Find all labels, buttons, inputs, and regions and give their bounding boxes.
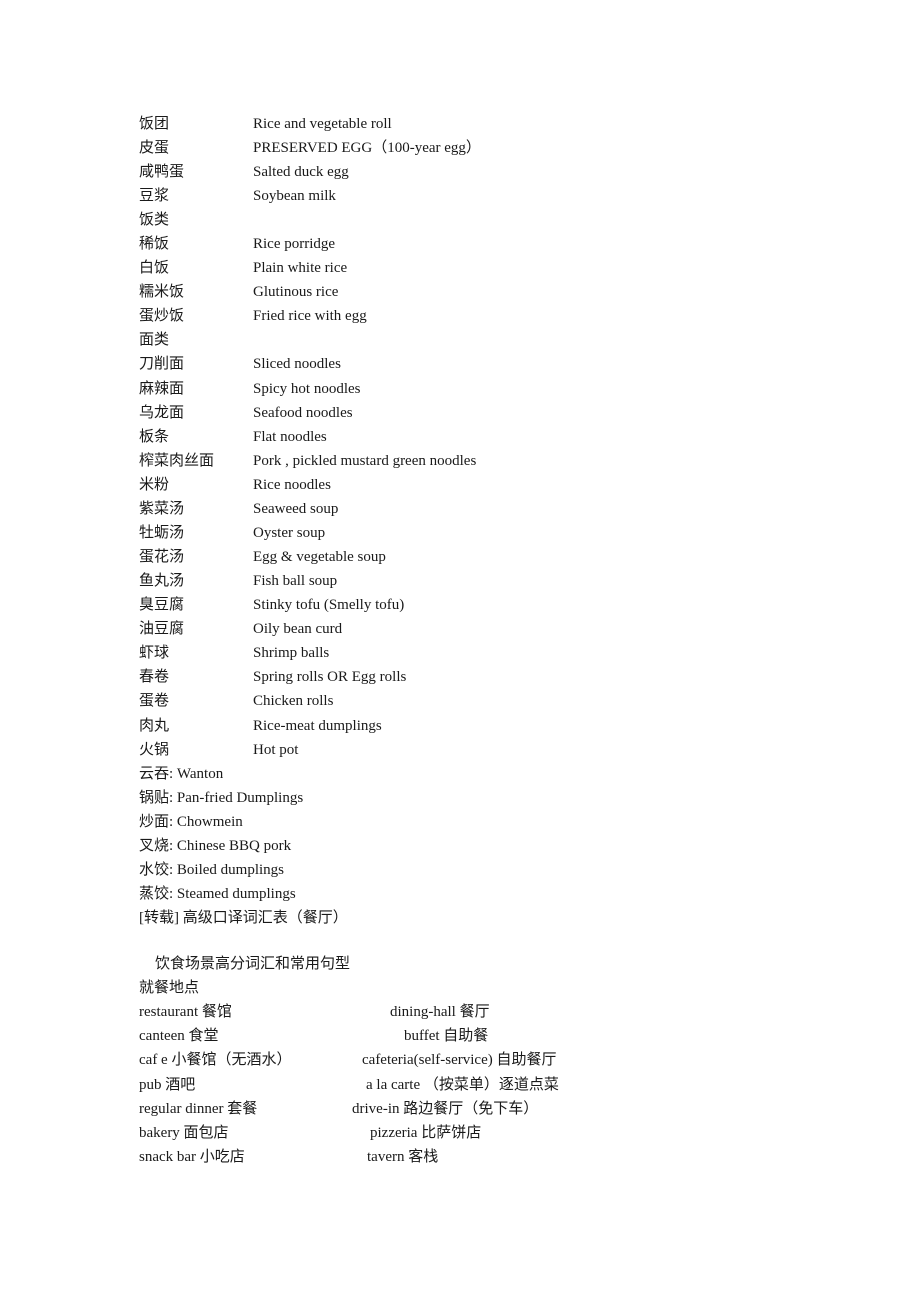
glossary-zh: 蛋炒饭	[139, 308, 185, 324]
subsection-title: 就餐地点	[139, 980, 200, 996]
place-left: pub 酒吧	[139, 1077, 196, 1093]
glossary-en: Spring rolls OR Egg rolls	[253, 669, 407, 685]
glossary-en: Fried rice with egg	[253, 308, 367, 324]
glossary-en: Oily bean curd	[253, 621, 343, 637]
glossary-en: Pork , pickled mustard green noodles	[253, 453, 477, 469]
glossary-en: Stinky tofu (Smelly tofu)	[253, 597, 405, 613]
document-page: 饭团 Rice and vegetable roll 皮蛋 PRESERVED EG…	[0, 0, 920, 1302]
glossary-zh: 牡蛎汤	[139, 525, 185, 541]
glossary-zh: 饭团	[139, 116, 170, 132]
glossary-en: PRESERVED EGG（100-year egg）	[253, 140, 481, 156]
place-left: restaurant 餐馆	[139, 1004, 232, 1020]
place-right: drive-in 路边餐厅（免下车）	[352, 1101, 539, 1117]
glossary-zh: 板条	[139, 429, 170, 445]
glossary-en: Shrimp balls	[253, 645, 330, 661]
glossary-zh: 糯米饭	[139, 284, 185, 300]
glossary-zh: 油豆腐	[139, 621, 185, 637]
glossary-zh: 饭类	[139, 212, 170, 228]
place-left: bakery 面包店	[139, 1125, 229, 1141]
glossary-zh: 麻辣面	[139, 381, 185, 397]
glossary-en: Rice and vegetable roll	[253, 116, 392, 132]
place-right: a la carte （按菜单）逐道点菜	[366, 1077, 559, 1093]
glossary-zh: 豆浆	[139, 188, 170, 204]
glossary-en: Hot pot	[253, 742, 299, 758]
glossary-en: Flat noodles	[253, 429, 327, 445]
glossary-en: Rice noodles	[253, 477, 331, 493]
glossary-en: Glutinous rice	[253, 284, 339, 300]
colon-item: 炒面: Chowmein	[139, 814, 243, 830]
glossary-zh: 皮蛋	[139, 140, 170, 156]
colon-item: 叉烧: Chinese BBQ pork	[139, 838, 292, 854]
colon-item: 云吞: Wanton	[139, 766, 224, 782]
glossary-en: Plain white rice	[253, 260, 348, 276]
place-right: tavern 客栈	[367, 1149, 439, 1165]
glossary-en: Oyster soup	[253, 525, 326, 541]
glossary-zh: 鱼丸汤	[139, 573, 185, 589]
glossary-zh: 紫菜汤	[139, 501, 185, 517]
glossary-zh: 刀削面	[139, 356, 185, 372]
section-title: 饮食场景高分词汇和常用句型	[155, 956, 351, 972]
glossary-zh: 榨菜肉丝面	[139, 453, 215, 469]
place-left: snack bar 小吃店	[139, 1149, 245, 1165]
glossary-zh: 米粉	[139, 477, 170, 493]
glossary-zh: 乌龙面	[139, 405, 185, 421]
glossary-en: Salted duck egg	[253, 164, 349, 180]
glossary-zh: 稀饭	[139, 236, 170, 252]
place-right: dining-hall 餐厅	[390, 1004, 490, 1020]
place-right: buffet 自助餐	[404, 1028, 489, 1044]
glossary-en: Chicken rolls	[253, 693, 334, 709]
glossary-en: Rice porridge	[253, 236, 336, 252]
colon-item: 水饺: Boiled dumplings	[139, 862, 285, 878]
glossary-en: Egg & vegetable soup	[253, 549, 386, 565]
glossary-zh: 面类	[139, 332, 170, 348]
glossary-zh: 春卷	[139, 669, 170, 685]
glossary-en: Soybean milk	[253, 188, 336, 204]
glossary-zh: 虾球	[139, 645, 170, 661]
place-right: cafeteria(self-service) 自助餐厅	[362, 1052, 557, 1068]
glossary-en: Spicy hot noodles	[253, 381, 361, 397]
place-right: pizzeria 比萨饼店	[370, 1125, 482, 1141]
place-left: regular dinner 套餐	[139, 1101, 258, 1117]
glossary-en: Fish ball soup	[253, 573, 338, 589]
glossary-zh: 肉丸	[139, 718, 170, 734]
glossary-en: Seafood noodles	[253, 405, 353, 421]
glossary-en: Sliced noodles	[253, 356, 341, 372]
place-left: caf e 小餐馆（无酒水）	[139, 1052, 292, 1068]
glossary-zh: 蛋花汤	[139, 549, 185, 565]
colon-item: 锅贴: Pan-fried Dumplings	[139, 790, 304, 806]
glossary-en: Seaweed soup	[253, 501, 339, 517]
repost-title: [转载] 高级口译词汇表（餐厅）	[139, 910, 348, 926]
colon-item: 蒸饺: Steamed dumplings	[139, 886, 296, 902]
glossary-zh: 白饭	[139, 260, 170, 276]
place-left: canteen 食堂	[139, 1028, 219, 1044]
glossary-zh: 蛋卷	[139, 693, 170, 709]
glossary-zh: 咸鸭蛋	[139, 164, 185, 180]
glossary-zh: 臭豆腐	[139, 597, 185, 613]
glossary-zh: 火锅	[139, 742, 170, 758]
glossary-en: Rice-meat dumplings	[253, 718, 382, 734]
